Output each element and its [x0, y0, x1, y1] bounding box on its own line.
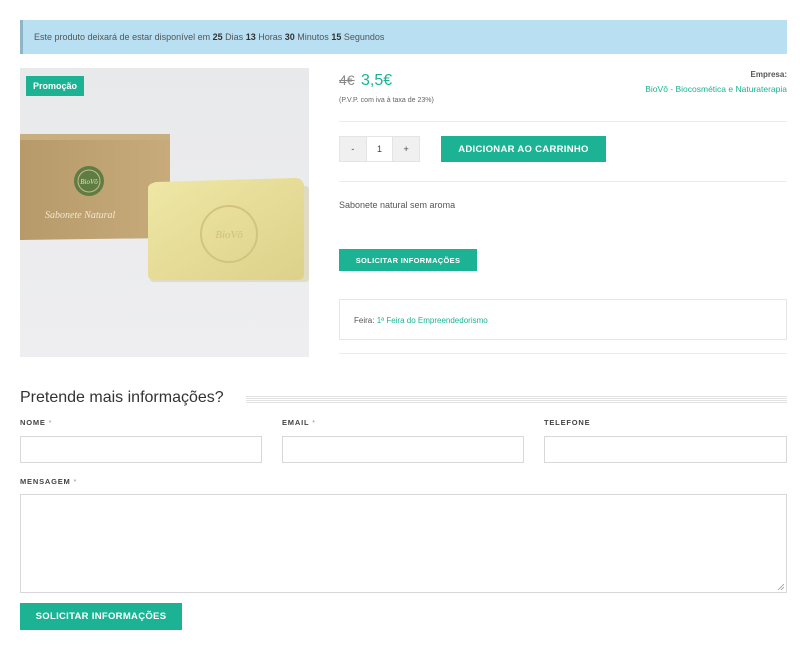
message-label: MENSAGEM *	[20, 477, 77, 486]
email-label: EMAIL *	[282, 418, 316, 427]
promo-badge: Promoção	[26, 76, 85, 96]
submit-button[interactable]: SOLICITAR INFORMAÇÕES	[20, 603, 182, 630]
increase-quantity-button[interactable]: +	[393, 137, 420, 161]
decrease-quantity-button[interactable]: -	[340, 137, 366, 161]
fair-link[interactable]: 1ª Feira do Empreendedorismo	[377, 316, 488, 325]
email-label-text: EMAIL	[282, 418, 310, 427]
quantity-stepper[interactable]: - 1 +	[339, 136, 420, 162]
sale-price: 3,5€	[361, 72, 393, 89]
countdown-seconds-label: Segundos	[343, 32, 385, 42]
phone-label-text: TELEFONE	[544, 418, 591, 427]
name-label: NOME *	[20, 418, 52, 427]
countdown-minutes: 30	[284, 32, 295, 42]
name-label-text: NOME	[20, 418, 46, 427]
countdown-seconds: 15	[331, 32, 342, 42]
price: 4€ 3,5€	[339, 72, 392, 90]
required-mark: *	[73, 477, 78, 486]
countdown-days-label: Dias	[225, 32, 244, 42]
availability-notice: Este produto deixará de estar disponível…	[20, 20, 787, 54]
countdown-days: 25	[212, 32, 223, 42]
box-label-text: Sabonete Natural	[45, 210, 115, 221]
box-brand-text: BioVô	[80, 178, 98, 186]
title-rule	[246, 396, 787, 403]
divider	[339, 121, 787, 122]
fair-label: Feira:	[354, 316, 375, 325]
required-mark: *	[312, 418, 316, 427]
countdown-hours: 13	[245, 32, 256, 42]
fair-box: Feira: 1ª Feira do Empreendedorismo	[339, 299, 787, 340]
soap-stamp-text: BioVô	[215, 229, 243, 241]
countdown-minutes-label: Minutos	[297, 32, 329, 42]
divider	[339, 353, 787, 354]
request-info-button[interactable]: SOLICITAR INFORMAÇÕES	[339, 249, 477, 271]
add-to-cart-button[interactable]: ADICIONAR AO CARRINHO	[441, 136, 606, 162]
form-title: Pretende mais informações?	[20, 389, 232, 407]
price-note: (P.V.P. com iva à taxa de 23%)	[339, 97, 434, 104]
message-field[interactable]	[20, 494, 787, 593]
phone-field[interactable]	[544, 436, 787, 463]
old-price: 4€	[339, 72, 355, 88]
name-field[interactable]	[20, 436, 262, 463]
resize-handle-icon[interactable]	[777, 583, 784, 590]
company-label: Empresa:	[750, 70, 787, 79]
company-link[interactable]: BioVô - Biocosmética e Naturaterapia	[645, 84, 787, 94]
product-description: Sabonete natural sem aroma	[339, 200, 456, 210]
product-image[interactable]: Promoção BioVô Sabonete Natural BioVô	[20, 68, 309, 357]
countdown-hours-label: Horas	[258, 32, 283, 42]
quantity-input[interactable]: 1	[365, 137, 394, 161]
divider	[339, 181, 787, 182]
soap-illustration: BioVô Sabonete Natural BioVô	[20, 68, 309, 357]
required-mark: *	[48, 418, 53, 427]
message-label-text: MENSAGEM	[20, 477, 71, 486]
notice-text: Este produto deixará de estar disponível…	[34, 32, 211, 42]
email-field[interactable]	[282, 436, 524, 463]
phone-label: TELEFONE	[544, 418, 590, 427]
